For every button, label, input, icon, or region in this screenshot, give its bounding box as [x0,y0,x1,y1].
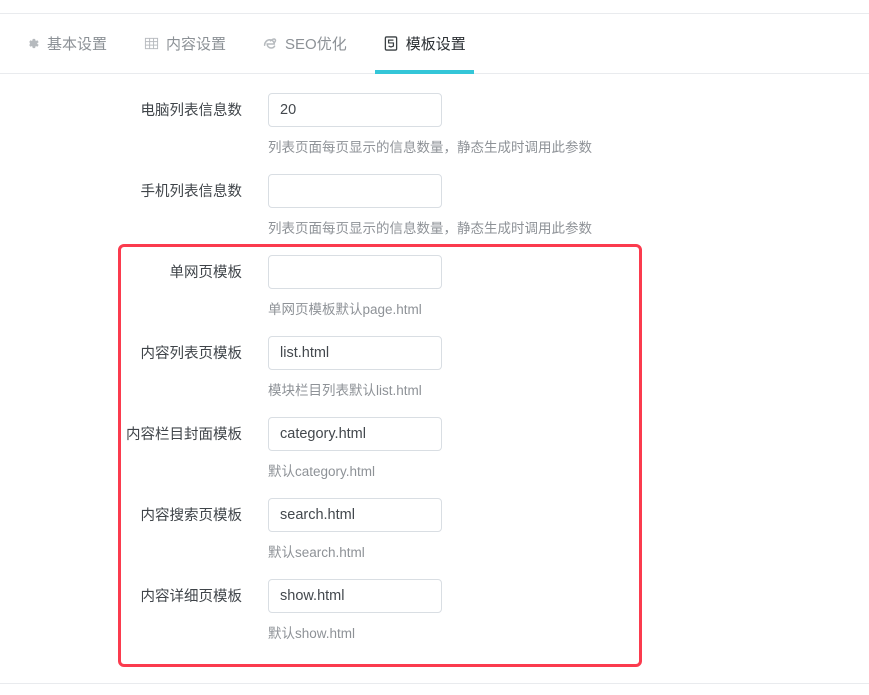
field-label: 内容详细页模板 [140,589,243,605]
form-field-mobile-list-count: 手机列表信息数 列表页面每页显示的信息数量，静态生成时调用此参数 [0,156,869,237]
field-label: 单网页模板 [169,265,243,281]
tab-label: 内容设置 [166,36,227,53]
settings-tab-bar: 基本设置 内容设置 SEO优化 模板设置 [0,14,869,74]
browser-e-icon [262,36,278,52]
tab-label: SEO优化 [285,36,347,53]
field-label: 内容列表页模板 [140,346,243,362]
detail-page-template-input[interactable] [268,579,442,613]
form-field-detail-page-template: 内容详细页模板 默认show.html [0,561,869,642]
form-field-single-page-template: 单网页模板 单网页模板默认page.html [0,237,869,318]
field-help-text: 默认show.html [268,626,356,641]
field-help-text: 列表页面每页显示的信息数量，静态生成时调用此参数 [268,221,592,236]
form-field-pc-list-count: 电脑列表信息数 列表页面每页显示的信息数量，静态生成时调用此参数 [0,75,869,156]
pc-list-count-input[interactable] [268,93,442,127]
tab-seo-optimization[interactable]: SEO优化 [260,14,349,74]
content-list-template-input[interactable] [268,336,442,370]
mobile-list-count-input[interactable] [268,174,442,208]
bottom-divider [0,683,869,684]
field-label: 内容搜索页模板 [140,508,243,524]
table-grid-icon [143,36,159,52]
tab-content-settings[interactable]: 内容设置 [141,14,228,74]
field-help-text: 默认category.html [268,464,376,479]
field-help-text: 默认search.html [268,545,365,560]
field-label: 手机列表信息数 [140,184,243,200]
single-page-template-input[interactable] [268,255,442,289]
form-field-category-cover-template: 内容栏目封面模板 默认category.html [0,399,869,480]
form-field-search-page-template: 内容搜索页模板 默认search.html [0,480,869,561]
tab-label: 模板设置 [405,36,466,53]
gear-icon [24,36,40,52]
field-label: 内容栏目封面模板 [126,427,242,443]
tab-template-settings[interactable]: 模板设置 [374,14,474,74]
tab-active-underline [374,69,474,74]
tab-label: 基本设置 [47,36,108,53]
field-help-text: 列表页面每页显示的信息数量，静态生成时调用此参数 [268,140,592,155]
html5-shield-icon [383,36,399,52]
form-field-content-list-template: 内容列表页模板 模块栏目列表默认list.html [0,318,869,399]
category-cover-template-input[interactable] [268,417,442,451]
template-settings-form: 电脑列表信息数 列表页面每页显示的信息数量，静态生成时调用此参数 手机列表信息数… [0,75,869,642]
field-help-text: 单网页模板默认page.html [268,302,422,317]
field-help-text: 模块栏目列表默认list.html [268,383,422,398]
field-label: 电脑列表信息数 [140,103,243,119]
search-page-template-input[interactable] [268,498,442,532]
tab-basic-settings[interactable]: 基本设置 [22,14,109,74]
